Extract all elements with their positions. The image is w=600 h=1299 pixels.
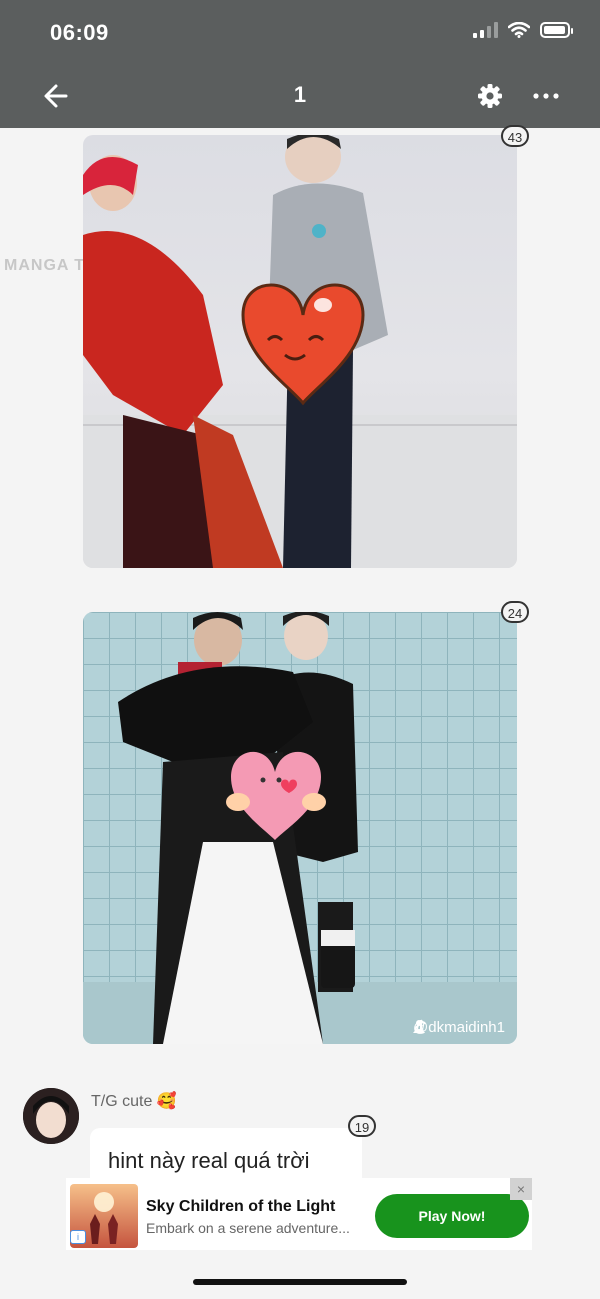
battery-icon bbox=[540, 22, 573, 38]
post-image-2[interactable]: @dkmaidinh1 bbox=[83, 612, 517, 1044]
more-horizontal-icon bbox=[533, 93, 559, 99]
more-button[interactable] bbox=[530, 82, 562, 110]
avatar[interactable] bbox=[23, 1088, 79, 1144]
page-title: 1 bbox=[293, 82, 307, 107]
ad-banner[interactable]: i Sky Children of the Light Embark on a … bbox=[66, 1178, 532, 1250]
close-icon[interactable]: × bbox=[510, 1178, 532, 1200]
home-indicator[interactable] bbox=[193, 1279, 407, 1285]
user-icon bbox=[413, 1020, 426, 1033]
status-icons bbox=[473, 22, 573, 38]
ad-play-button[interactable]: Play Now! bbox=[375, 1194, 529, 1238]
app-header: 06:09 1 bbox=[0, 0, 600, 128]
watermark-text: MANGA T bbox=[4, 257, 86, 274]
reaction-count-badge[interactable]: 19 bbox=[348, 1115, 376, 1137]
post-image-1[interactable] bbox=[83, 135, 517, 568]
avatar-illustration bbox=[23, 1088, 79, 1144]
photo-illustration bbox=[83, 135, 517, 568]
ad-title[interactable]: Sky Children of the Light bbox=[146, 1198, 335, 1216]
status-time: 06:09 bbox=[50, 20, 109, 45]
ad-description: Embark on a serene adventure... bbox=[146, 1220, 350, 1236]
tiktok-credit: @dkmaidinh1 bbox=[413, 1019, 505, 1036]
ad-info-icon[interactable]: i bbox=[70, 1230, 86, 1244]
signal-icon bbox=[473, 22, 498, 38]
gear-icon bbox=[478, 84, 502, 108]
comment-text: hint này real quá trời bbox=[108, 1148, 310, 1173]
wifi-icon bbox=[508, 22, 530, 38]
photo-illustration bbox=[83, 612, 517, 1044]
reaction-count-badge[interactable]: 43 bbox=[501, 125, 529, 147]
settings-button[interactable] bbox=[476, 82, 504, 110]
reaction-count-badge[interactable]: 24 bbox=[501, 601, 529, 623]
comment-author[interactable]: T/G cute 🥰 bbox=[91, 1091, 177, 1111]
